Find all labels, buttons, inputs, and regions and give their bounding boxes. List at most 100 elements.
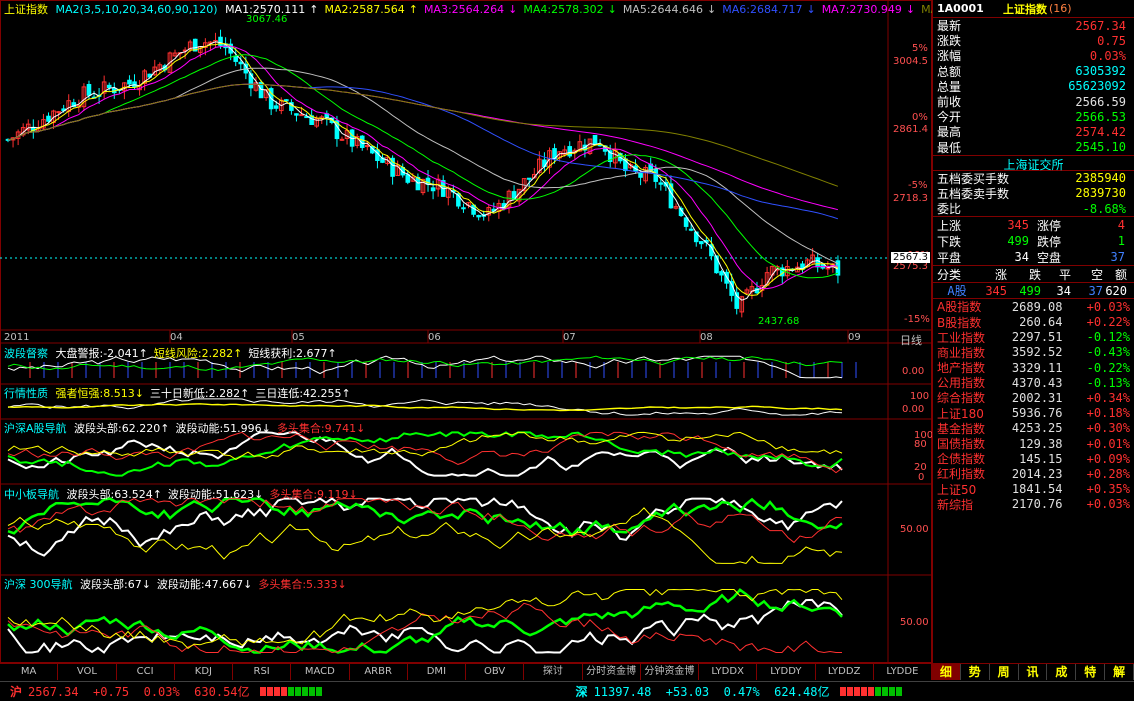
tab-macd[interactable]: MACD [291, 664, 350, 680]
tab-vol[interactable]: VOL [58, 664, 117, 680]
index-row[interactable]: 新综指 2170.76 +0.03% [933, 497, 1134, 512]
side-tab[interactable]: 势 [961, 664, 990, 680]
ma3-line [7, 41, 839, 301]
candle-up [365, 145, 370, 148]
side-tab[interactable]: 特 [1076, 664, 1106, 680]
index-row[interactable]: 商业指数 3592.52 -0.43% [933, 345, 1134, 360]
chart-area[interactable]: 上证指数 MA2(3,5,10,20,34,60,90,120) MA1:257… [0, 0, 1015, 663]
ma-arrow-6: ↓ [806, 3, 816, 16]
hangqing-axis-0: 0.00 [902, 404, 925, 415]
tab-分钟资金博[interactable]: 分钟资金博 [641, 664, 699, 680]
tab-arbr[interactable]: ARBR [350, 664, 408, 680]
quote-row: 最新 2567.34 [933, 18, 1134, 34]
ma-value-3: MA3:2564.264 [423, 3, 505, 16]
updown-label-2: 涨停 [1037, 218, 1062, 233]
index-row[interactable]: B股指数 260.64 +0.22% [933, 314, 1134, 330]
kline-chart-canvas[interactable] [0, 0, 932, 663]
period-label[interactable]: 日线 [900, 332, 922, 348]
class-header-cell: 额 [1114, 267, 1127, 282]
order-value: 2385940 [1075, 171, 1126, 186]
side-tab-bar: 细势周讯成特解 [932, 663, 1134, 680]
tab-lydde[interactable]: LYDDE [874, 664, 932, 680]
index-row[interactable]: 国债指数 129.38 +0.01% [933, 436, 1134, 452]
index-row[interactable]: 上证180 5936.76 +0.18% [933, 406, 1134, 421]
index-pct: +0.22% [1086, 315, 1130, 330]
hangqing-value-2: 三十日新低:2.282 [149, 387, 241, 400]
tab-探讨[interactable]: 探讨 [524, 664, 583, 680]
index-row[interactable]: 红利指数 2014.23 +0.28% [933, 466, 1134, 482]
tab-lyddy[interactable]: LYDDY [757, 664, 816, 680]
quote-row: 总额 6305392 [933, 64, 1134, 79]
class-header: 分类 涨 跌 平 空额 [933, 266, 1134, 282]
tab-dmi[interactable]: DMI [408, 664, 466, 680]
quote-row: 最低 2545.10 [933, 140, 1134, 155]
exchange-title: 上海证交所 [933, 154, 1134, 172]
index-row[interactable]: 地产指数 3329.11 -0.22% [933, 360, 1134, 376]
class-cell-empty: 37 [1088, 283, 1103, 298]
index-value: 4370.43 [1011, 375, 1063, 390]
index-row[interactable]: 综合指数 2002.31 +0.34% [933, 390, 1134, 406]
tab-ma[interactable]: MA [0, 664, 59, 680]
class-cell-up: 345 [985, 283, 1007, 298]
class-cell-flat: 34 [1056, 283, 1071, 298]
hangqing-value-1: 强者恒强:8.513 [55, 387, 135, 400]
quote-row: 涨跌 0.75 [933, 33, 1134, 49]
hangqing-arrow-3: ↑ [341, 387, 351, 400]
updown-value-2: 37 [1110, 250, 1125, 265]
bodo-value-2: 短线风险:2.282 [153, 347, 234, 360]
candle-down [476, 214, 481, 218]
panel-hushen-a-title: 沪深A股导航 [4, 422, 67, 435]
updown-label-2: 跌停 [1037, 234, 1062, 249]
y-tick-pct-5: 5% [912, 43, 928, 54]
index-row[interactable]: 上证50 1841.54 +0.35% [933, 482, 1134, 497]
hs300-arrow-3: ↓ [337, 578, 347, 591]
tab-lyddz[interactable]: LYDDZ [816, 664, 874, 680]
status-sh-bars [259, 687, 322, 696]
index-value: 5936.76 [1011, 406, 1063, 421]
order-value: -8.68% [1082, 201, 1126, 216]
index-value: 3329.11 [1011, 360, 1063, 375]
index-row[interactable]: 公用指数 4370.43 -0.13% [933, 375, 1134, 391]
tab-obv[interactable]: OBV [466, 664, 525, 680]
class-header-cell: 跌 [1028, 267, 1041, 282]
side-tab[interactable]: 成 [1047, 664, 1077, 680]
index-row[interactable]: 工业指数 2297.51 -0.12% [933, 330, 1134, 345]
zhongxiao-arrow-3: ↓ [348, 488, 358, 501]
candle-down [430, 187, 436, 192]
candle-down [284, 99, 289, 102]
date-label-09: 09 [848, 332, 861, 343]
candle-down [653, 168, 659, 182]
index-row[interactable]: A股指数 2689.08 +0.03% [933, 299, 1134, 315]
tab-cci[interactable]: CCI [117, 664, 175, 680]
index-list: A股指数 2689.08 +0.03% B股指数 260.64 +0.22% 工业指数 229… [933, 299, 1134, 512]
tab-rsi[interactable]: RSI [233, 664, 292, 680]
ma-value-6: MA6:2684.717 [722, 3, 803, 16]
panel-zhongxiao-header: 中小板导航 波段头部:63.524↑ 波段动能:51.623↓ 多头集合:9.119… [4, 486, 368, 502]
date-label-07: 07 [563, 332, 576, 343]
side-tab[interactable]: 周 [990, 664, 1019, 680]
index-value: 2170.76 [1011, 497, 1063, 512]
side-tab[interactable]: 解 [1105, 664, 1134, 680]
osc-line [7, 431, 843, 460]
hangqing-axis-100: 100 [910, 391, 930, 402]
hushen_a-arrow-3: ↓ [356, 422, 366, 435]
quote-row: 今开 2566.53 [933, 109, 1134, 125]
date-label-04: 04 [170, 332, 183, 343]
ma-arrow-4: ↓ [607, 3, 617, 16]
side-tab[interactable]: 细 [932, 664, 961, 680]
side-tab[interactable]: 讯 [1019, 664, 1048, 680]
y-tick-pct-m5: -5% [908, 180, 928, 191]
index-row[interactable]: 企债指数 145.15 +0.09% [933, 451, 1134, 467]
status-sz: 深 11397.48 +53.03 0.47% 624.48亿 [576, 683, 908, 700]
index-row[interactable]: 基金指数 4253.25 +0.30% [933, 421, 1134, 436]
tab-分时资金博[interactable]: 分时资金博 [583, 664, 641, 680]
updown-label-1: 平盘 [937, 250, 962, 265]
ma-arrow-7: ↓ [905, 3, 916, 16]
class-cell-down: 499 [1019, 283, 1041, 298]
tab-lyddx[interactable]: LYDDX [699, 664, 758, 680]
candle-down [461, 207, 466, 210]
hangqing-value-3: 三日连低:42.255 [255, 387, 342, 400]
index-value: 145.15 [1019, 451, 1063, 466]
tab-kdj[interactable]: KDJ [175, 664, 233, 680]
updown-value-1: 345 [1007, 218, 1029, 233]
